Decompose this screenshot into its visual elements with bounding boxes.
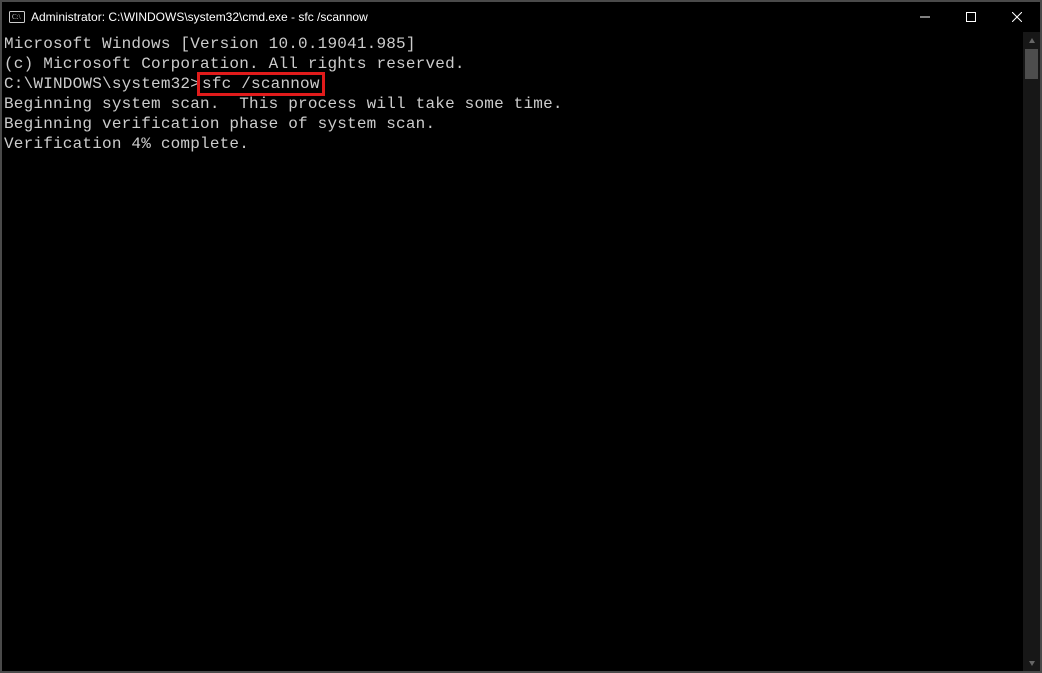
vertical-scrollbar[interactable]: [1023, 32, 1040, 671]
scroll-thumb[interactable]: [1025, 49, 1038, 79]
highlighted-command: sfc /scannow: [197, 72, 325, 96]
terminal-output[interactable]: Microsoft Windows [Version 10.0.19041.98…: [2, 32, 1023, 671]
output-line: (c) Microsoft Corporation. All rights re…: [4, 54, 1023, 74]
titlebar[interactable]: C:\ Administrator: C:\WINDOWS\system32\c…: [2, 2, 1040, 32]
prompt-text: C:\WINDOWS\system32>: [4, 75, 200, 93]
output-line: Verification 4% complete.: [4, 134, 1023, 154]
output-line: Microsoft Windows [Version 10.0.19041.98…: [4, 34, 1023, 54]
client-area: Microsoft Windows [Version 10.0.19041.98…: [2, 32, 1040, 671]
cmd-icon: C:\: [9, 9, 25, 25]
output-line: Beginning system scan. This process will…: [4, 94, 1023, 114]
minimize-button[interactable]: [902, 2, 948, 32]
window-controls: [902, 2, 1040, 32]
output-line: Beginning verification phase of system s…: [4, 114, 1023, 134]
window-title: Administrator: C:\WINDOWS\system32\cmd.e…: [31, 10, 902, 24]
command-prompt-window: C:\ Administrator: C:\WINDOWS\system32\c…: [0, 0, 1042, 673]
close-button[interactable]: [994, 2, 1040, 32]
scroll-up-button[interactable]: [1023, 32, 1040, 49]
svg-text:C:\: C:\: [12, 13, 21, 21]
maximize-button[interactable]: [948, 2, 994, 32]
scroll-down-button[interactable]: [1023, 654, 1040, 671]
prompt-line: C:\WINDOWS\system32>sfc /scannow: [4, 74, 1023, 94]
